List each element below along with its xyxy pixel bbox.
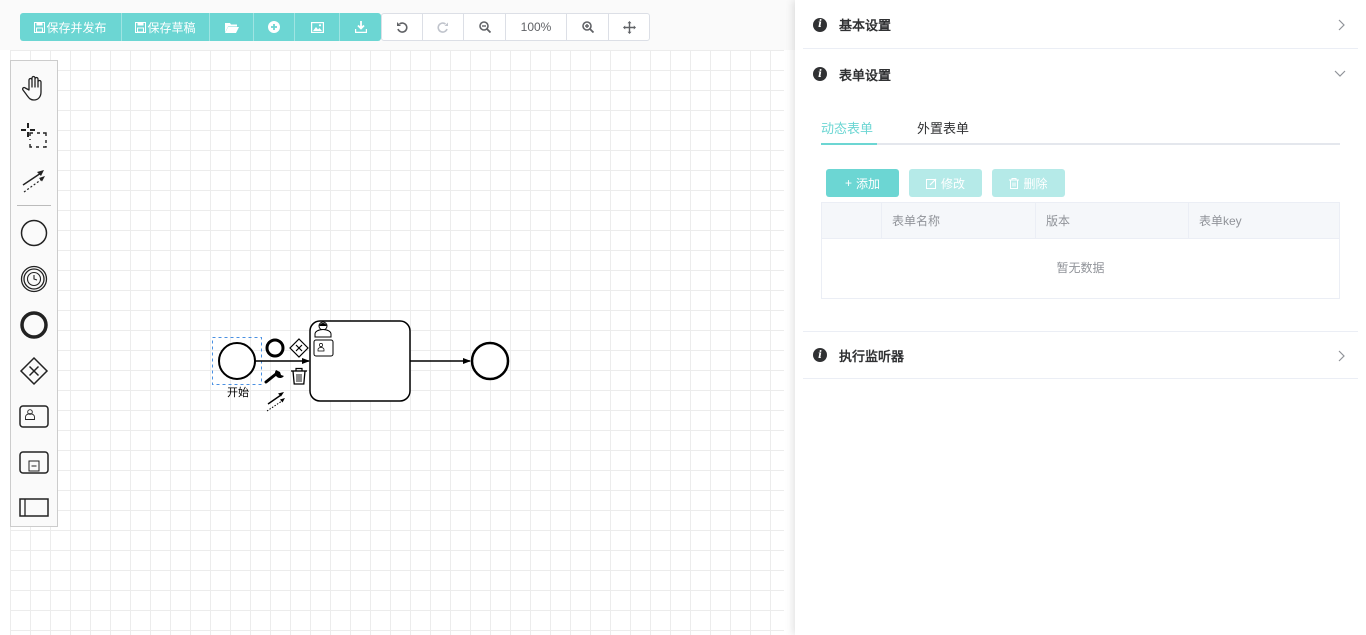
start-event[interactable] — [218, 342, 256, 380]
bpmn-diagram — [212, 320, 510, 412]
tab-external-form[interactable]: 外置表单 — [917, 118, 969, 137]
table-empty-text: 暂无数据 — [1056, 261, 1105, 275]
chevron-down-icon — [1334, 70, 1346, 77]
context-append-end-event-icon[interactable] — [265, 338, 285, 358]
active-tab-indicator — [821, 143, 877, 145]
wrench-icon[interactable] — [264, 370, 284, 384]
table-header: 表单名称 版本 表单key — [822, 203, 1339, 239]
trash-icon — [1009, 177, 1020, 189]
collapse-execution-listener[interactable]: i 执行监听器 — [803, 331, 1358, 379]
trash-icon[interactable] — [291, 367, 307, 385]
delete-form-button[interactable]: 删除 — [992, 169, 1065, 197]
edit-form-button[interactable]: 修改 — [909, 169, 982, 197]
connect-arrow-icon[interactable] — [266, 392, 285, 412]
edit-label: 修改 — [940, 176, 965, 191]
info-icon: i — [813, 17, 827, 32]
start-event-label: 开始 — [227, 387, 249, 399]
collapse-form-settings[interactable]: i 表单设置 — [803, 50, 1358, 98]
plus-icon: + — [844, 176, 852, 190]
table-header-index — [822, 203, 881, 239]
collapse-basic-settings[interactable]: i 基本设置 — [803, 1, 1358, 49]
section-title-basic: 基本设置 — [839, 18, 892, 33]
delete-label: 删除 — [1023, 176, 1048, 191]
add-label: 添加 — [856, 176, 881, 191]
section-title-listener: 执行监听器 — [839, 348, 905, 364]
modeler-canvas-area: 保存并发布 保存草稿 100% 开始 — [0, 0, 795, 635]
form-action-buttons: + 添加 修改 删除 — [826, 169, 1075, 197]
edit-icon — [925, 178, 937, 189]
properties-panel: i 基本设置 i 表单设置 动态表单 外置表单 + 添加 修改 删除 表单名称 — [795, 0, 1366, 635]
tab-dynamic-form[interactable]: 动态表单 — [821, 118, 873, 137]
end-event[interactable] — [470, 341, 510, 381]
table-header-version: 版本 — [1035, 203, 1188, 239]
form-type-tabs: 动态表单 外置表单 — [821, 108, 1340, 145]
info-icon: i — [813, 348, 827, 362]
context-append-task-icon[interactable] — [313, 339, 334, 357]
chevron-right-icon — [1338, 19, 1345, 31]
info-icon: i — [813, 67, 827, 81]
table-header-key: 表单key — [1188, 203, 1339, 239]
table-header-name: 表单名称 — [881, 203, 1035, 239]
add-form-button[interactable]: + 添加 — [826, 169, 899, 197]
section-title-form: 表单设置 — [839, 67, 892, 83]
chevron-right-icon — [1338, 350, 1345, 362]
form-table: 表单名称 版本 表单key 暂无数据 — [821, 202, 1340, 299]
context-append-gateway-icon[interactable] — [289, 338, 309, 358]
